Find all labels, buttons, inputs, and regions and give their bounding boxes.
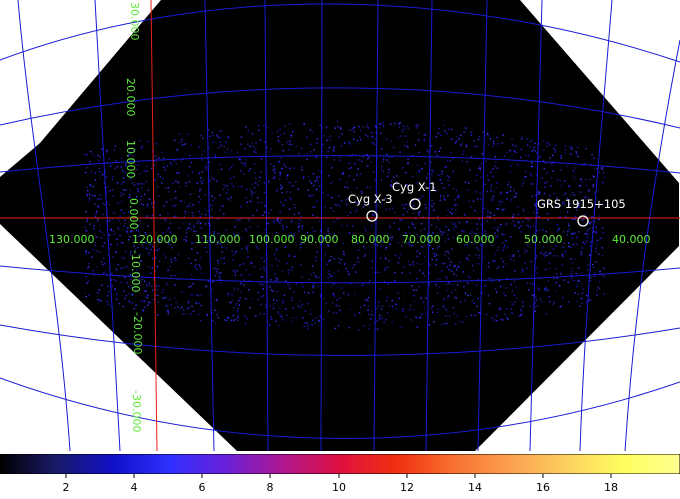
lat-label: -20.000 xyxy=(131,312,144,354)
lat-label: -30.000 xyxy=(130,390,143,432)
lat-label: 0.000 xyxy=(127,198,140,230)
source-label: Cyg X-3 xyxy=(348,192,393,206)
colorbar-ticks: 2 4 6 8 10 12 14 16 18 xyxy=(63,474,618,494)
sky-map[interactable]: 130.000 120.000 110.000 100.000 90.000 8… xyxy=(0,0,680,451)
lat-label: -10.000 xyxy=(129,250,142,292)
lon-label: 110.000 xyxy=(195,233,241,246)
lon-label: 60.000 xyxy=(456,233,495,246)
colorbar-tick-label: 18 xyxy=(604,481,618,494)
lon-label: 50.000 xyxy=(524,233,563,246)
image-area xyxy=(0,0,679,451)
colorbar: 2 4 6 8 10 12 14 16 18 xyxy=(0,451,680,499)
lon-label: 40.000 xyxy=(612,233,651,246)
lon-label: 100.000 xyxy=(249,233,295,246)
lat-label: 30.000 xyxy=(128,2,141,41)
colorbar-tick-label: 8 xyxy=(267,481,274,494)
colorbar-gradient xyxy=(0,454,680,474)
lon-label: 120.000 xyxy=(132,233,178,246)
colorbar-tick-label: 12 xyxy=(400,481,414,494)
colorbar-tick-label: 16 xyxy=(536,481,550,494)
colorbar-tick-label: 4 xyxy=(131,481,138,494)
lon-label: 130.000 xyxy=(49,233,95,246)
colorbar-tick-label: 2 xyxy=(63,481,70,494)
source-label: Cyg X-1 xyxy=(392,180,437,194)
colorbar-tick-label: 14 xyxy=(468,481,482,494)
lon-label: 90.000 xyxy=(300,233,339,246)
lon-label: 80.000 xyxy=(351,233,390,246)
lat-label: 10.000 xyxy=(124,140,137,179)
lat-label: 20.000 xyxy=(124,78,137,117)
colorbar-tick-label: 10 xyxy=(332,481,346,494)
lon-label: 70.000 xyxy=(402,233,441,246)
source-label: GRS 1915+105 xyxy=(537,197,626,211)
colorbar-tick-label: 6 xyxy=(199,481,206,494)
